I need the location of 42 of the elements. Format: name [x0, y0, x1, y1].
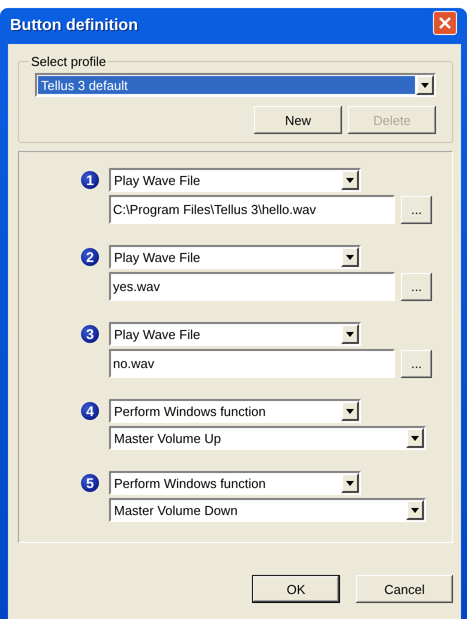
- dropdown-arrow-icon: [411, 508, 419, 512]
- dropdown-arrow-icon: [346, 254, 354, 260]
- number-badge: 4: [81, 402, 99, 420]
- dropdown-button[interactable]: [341, 401, 359, 421]
- function-dropdown[interactable]: Master Volume Down: [109, 498, 426, 522]
- dropdown-button[interactable]: [341, 170, 359, 190]
- dropdown-button[interactable]: [341, 247, 359, 267]
- profile-dropdown[interactable]: Tellus 3 default: [35, 73, 436, 97]
- browse-button[interactable]: ...: [401, 350, 432, 378]
- close-icon: [439, 17, 451, 29]
- window-title: Button definition: [10, 17, 138, 35]
- dropdown-button[interactable]: [341, 324, 359, 344]
- action-dropdown[interactable]: Perform Windows function: [109, 399, 361, 423]
- ok-button[interactable]: OK: [252, 575, 340, 603]
- group-label: Select profile: [30, 54, 108, 69]
- profile-button[interactable]: New: [254, 106, 342, 134]
- dropdown-arrow-icon: [421, 82, 429, 88]
- dropdown-arrow-icon: [346, 178, 354, 182]
- dropdown-arrow-icon: [346, 408, 354, 414]
- cancel-button[interactable]: Cancel: [356, 575, 453, 603]
- close-button[interactable]: [433, 11, 457, 35]
- file-path-field[interactable]: no.wav: [109, 349, 395, 378]
- action-dropdown[interactable]: Play Wave File: [109, 322, 361, 346]
- dropdown-arrow-icon: [411, 436, 419, 440]
- dropdown-button[interactable]: [341, 473, 359, 493]
- dropdown-arrow-icon: [346, 480, 354, 486]
- number-badge: 3: [81, 325, 99, 343]
- dropdown-arrow-icon: [346, 332, 354, 336]
- action-dropdown[interactable]: Perform Windows function: [109, 471, 361, 495]
- action-dropdown[interactable]: Play Wave File: [109, 245, 361, 269]
- dropdown-button[interactable]: [406, 500, 424, 520]
- file-path-field[interactable]: C:\Program Files\Tellus 3\hello.wav: [109, 195, 395, 224]
- dropdown-button[interactable]: [406, 428, 424, 448]
- number-badge: 1: [81, 171, 99, 189]
- action-dropdown[interactable]: Play Wave File: [109, 168, 361, 192]
- browse-button[interactable]: ...: [401, 196, 432, 224]
- dropdown-button[interactable]: [416, 75, 434, 95]
- number-badge: 2: [81, 248, 99, 266]
- file-path-field[interactable]: yes.wav: [109, 272, 395, 301]
- browse-button[interactable]: ...: [401, 272, 432, 300]
- function-dropdown[interactable]: Master Volume Up: [109, 426, 426, 450]
- number-badge: 5: [81, 474, 99, 492]
